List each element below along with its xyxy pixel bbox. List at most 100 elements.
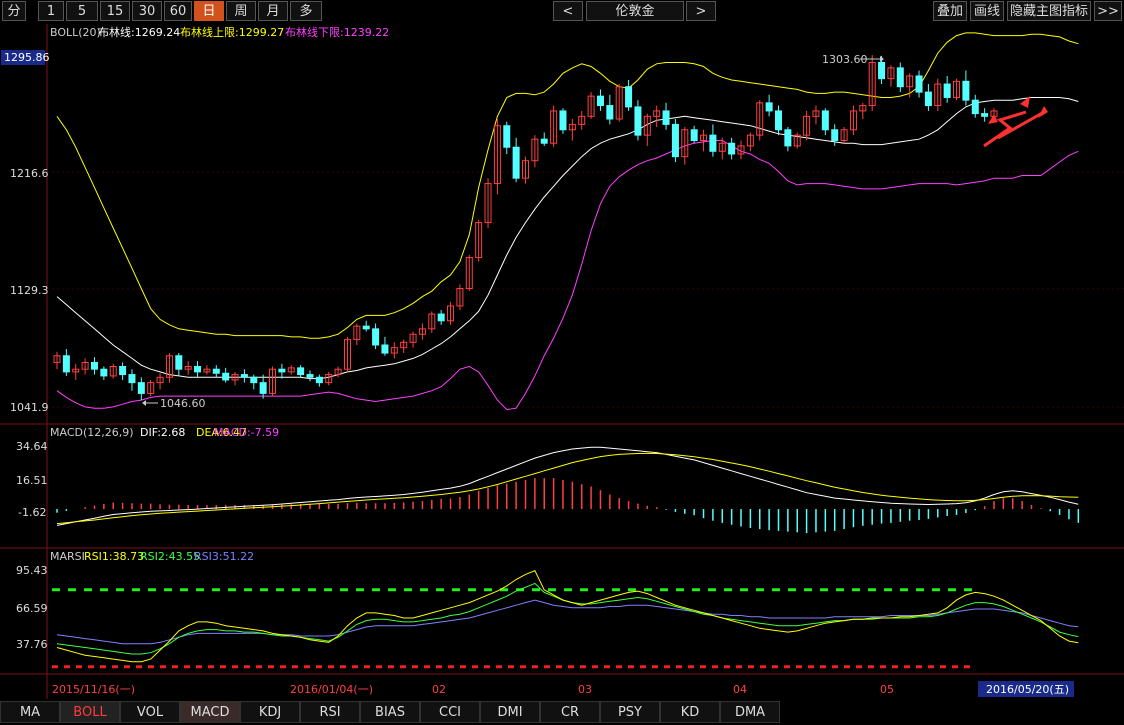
tab-macd[interactable]: MACD (180, 701, 240, 723)
candle-body (297, 367, 305, 376)
tab-boll[interactable]: BOLL (60, 701, 120, 723)
candle-body (671, 123, 679, 158)
x-date-label: 04 (733, 683, 747, 696)
tab-rsi[interactable]: RSI (300, 701, 360, 723)
rsi-series (52, 569, 1079, 669)
x-date-label: 02 (432, 683, 446, 696)
macd-series (56, 446, 1080, 534)
candle-body (512, 146, 520, 179)
prev-symbol-button[interactable]: < (553, 1, 583, 21)
candle-body (559, 110, 567, 131)
candle-body (372, 328, 380, 346)
boll-mid-line (56, 97, 1079, 380)
tab-bias[interactable]: BIAS (360, 701, 420, 723)
candle-body (540, 138, 548, 144)
period-day[interactable]: 日 (194, 1, 224, 21)
x-date-label: 05 (880, 683, 894, 696)
period-minute[interactable]: 分 (2, 1, 26, 21)
candle-body (212, 368, 220, 374)
candle-body (821, 110, 829, 131)
candle-body (222, 372, 230, 381)
period-1[interactable]: 1 (38, 1, 64, 21)
period-60[interactable]: 60 (164, 1, 192, 21)
candle-body (381, 344, 389, 354)
rsi-y-tick: 66.59 (16, 602, 48, 615)
candle-body (278, 368, 286, 373)
candle-body (634, 106, 642, 136)
period-5[interactable]: 5 (66, 1, 98, 21)
boll-y-tick-top: 1295.86 (4, 51, 50, 64)
candle-body (437, 313, 445, 322)
low-annotation: 1046.60 (160, 397, 206, 410)
candle-body (896, 67, 904, 88)
symbol-name[interactable]: 伦敦金 (586, 1, 684, 21)
tab-dmi[interactable]: DMI (480, 701, 540, 723)
tab-dma[interactable]: DMA (720, 701, 780, 723)
candle-body (240, 374, 248, 378)
tab-psy[interactable]: PSY (600, 701, 660, 723)
candle-body (728, 142, 736, 155)
candle-body (981, 113, 989, 117)
candle-body (90, 361, 98, 370)
candle-body (137, 382, 145, 394)
candle-body (175, 355, 183, 370)
candlesticks (53, 54, 998, 401)
macd-dea-line (56, 452, 1079, 525)
macd-y-tick: -1.62 (18, 506, 46, 519)
candle-body (194, 366, 202, 373)
candle-body (662, 110, 670, 125)
overlay-button[interactable]: 叠加 (933, 1, 967, 21)
candle-body (503, 125, 511, 148)
candle-body (625, 86, 633, 108)
boll-y-tick: 1216.6 (10, 167, 49, 180)
tab-vol[interactable]: VOL (120, 701, 180, 723)
next-symbol-button[interactable]: > (686, 1, 716, 21)
rsi3-label: RSI3:51.22 (194, 550, 254, 563)
macd-y-tick: 16.51 (16, 474, 48, 487)
rsi1-line (56, 569, 1079, 663)
period-15[interactable]: 15 (100, 1, 130, 21)
chart-area[interactable]: BOLL(20) 布林线:1269.24 布林线上限:1299.27 布林线下限… (0, 24, 1124, 699)
candle-body (362, 325, 370, 330)
more-button[interactable]: >> (1094, 1, 1122, 21)
boll-lower-label: 布林线下限:1239.22 (285, 25, 389, 39)
rsi-y-tick: 37.76 (16, 638, 48, 651)
boll-y-tick: 1129.3 (10, 284, 49, 297)
current-date: 2016/05/20(五) (986, 683, 1069, 696)
period-month[interactable]: 月 (258, 1, 288, 21)
boll-upper-label: 布林线上限:1299.27 (180, 25, 284, 39)
tab-cci[interactable]: CCI (420, 701, 480, 723)
tab-kdj[interactable]: KDJ (240, 701, 300, 723)
candle-body (690, 129, 698, 142)
draw-line-button[interactable]: 画线 (970, 1, 1004, 21)
candle-body (878, 62, 886, 80)
rsi2-line (56, 582, 1079, 655)
candle-body (259, 382, 267, 394)
macd-value-label: MACD:-7.59 (214, 426, 279, 439)
hide-indicator-button[interactable]: 隐藏主图指标 (1007, 1, 1091, 21)
candle-body (119, 366, 127, 376)
candle-body (971, 99, 979, 115)
candle-body (606, 105, 614, 120)
trend-arrows-icon (983, 96, 1048, 148)
candle-body (100, 368, 108, 377)
boll-upper-line (56, 32, 1079, 339)
candle-body (250, 376, 258, 384)
period-multi[interactable]: 多 (290, 1, 322, 21)
candle-body (774, 110, 782, 131)
macd-dif-label: DIF:2.68 (140, 426, 185, 439)
indicator-tabs: MA BOLL VOL MACD KDJ RSI BIAS CCI DMI CR… (0, 699, 1124, 725)
tab-cr[interactable]: CR (540, 701, 600, 723)
tab-ma[interactable]: MA (0, 701, 60, 723)
candle-body (924, 91, 932, 107)
tab-kd[interactable]: KD (660, 701, 720, 723)
boll-mid-label: 布林线:1269.24 (98, 25, 180, 39)
macd-title: MACD(12,26,9) (50, 426, 134, 439)
candle-body (709, 134, 717, 152)
boll-lines (56, 32, 1079, 411)
candle-body (943, 83, 951, 98)
period-week[interactable]: 周 (226, 1, 256, 21)
period-30[interactable]: 30 (132, 1, 162, 21)
candle-body (784, 129, 792, 147)
boll-y-tick: 1041.9 (10, 401, 49, 414)
